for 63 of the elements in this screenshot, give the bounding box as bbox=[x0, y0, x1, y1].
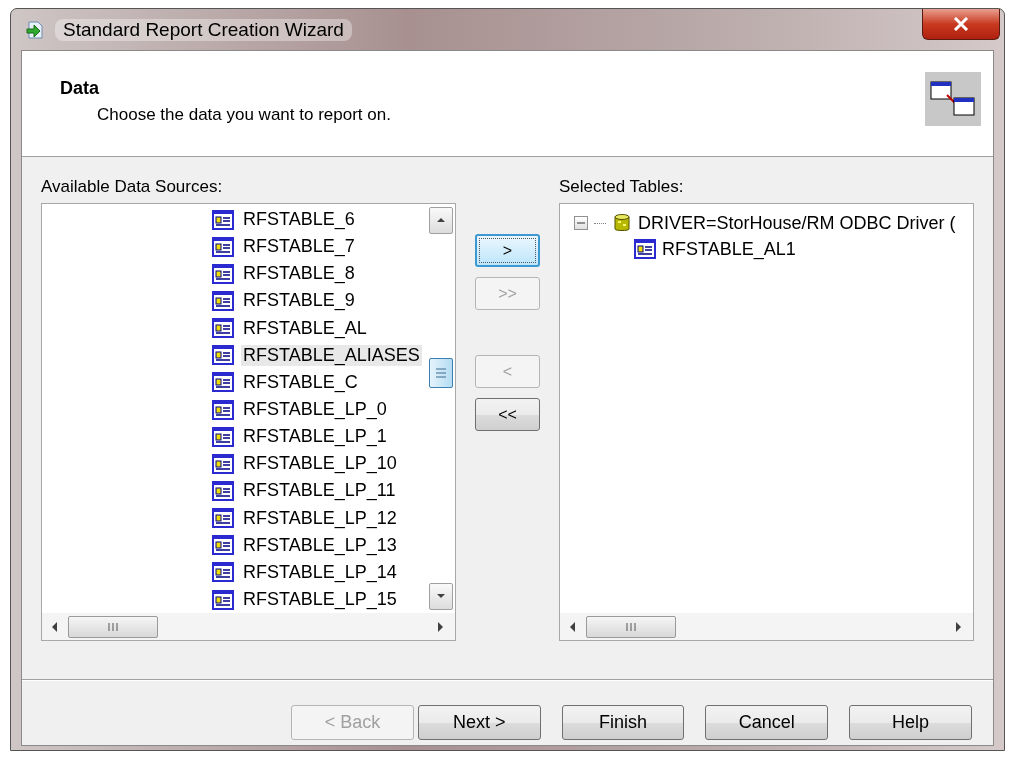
grip-icon bbox=[625, 621, 637, 632]
list-item[interactable]: RFSTABLE_C bbox=[241, 371, 360, 393]
scroll-down-button[interactable] bbox=[429, 583, 453, 610]
table-icon bbox=[212, 508, 234, 529]
vertical-scrollbar[interactable] bbox=[429, 204, 455, 613]
horizontal-scrollbar[interactable] bbox=[560, 613, 973, 640]
list-item[interactable]: RFSTABLE_LP_13 bbox=[241, 534, 399, 556]
table-icon bbox=[212, 535, 234, 556]
linked-tables-icon bbox=[930, 81, 976, 117]
move-button[interactable]: << bbox=[475, 398, 540, 431]
table-icon bbox=[212, 480, 234, 501]
table-icon bbox=[212, 263, 234, 284]
window-title: Standard Report Creation Wizard bbox=[55, 18, 352, 41]
table-icon bbox=[212, 318, 234, 339]
list-item[interactable]: RFSTABLE_6 bbox=[241, 209, 357, 231]
tree-item[interactable]: DRIVER=StorHouse/RM ODBC Driver ( bbox=[638, 212, 956, 234]
dialog-button[interactable]: Help bbox=[849, 705, 972, 740]
list-item[interactable]: RFSTABLE_LP_14 bbox=[241, 561, 399, 583]
table-icon bbox=[212, 236, 234, 257]
list-item[interactable]: RFSTABLE_ALIASES bbox=[241, 344, 422, 366]
dialog-button[interactable]: Cancel bbox=[705, 705, 829, 740]
table-icon bbox=[212, 562, 234, 583]
dialog-button[interactable]: Next > bbox=[417, 705, 541, 740]
list-item[interactable]: RFSTABLE_AL bbox=[241, 317, 369, 339]
table-icon bbox=[634, 239, 656, 259]
list-item[interactable]: RFSTABLE_9 bbox=[241, 290, 357, 312]
horizontal-scrollbar[interactable] bbox=[42, 613, 455, 640]
list-item[interactable]: RFSTABLE_LP_10 bbox=[241, 453, 399, 475]
table-icon bbox=[212, 372, 234, 393]
selected-tables-tree[interactable]: DRIVER=StorHouse/RM ODBC Driver ( RFSTABLE_AL1 bbox=[559, 203, 974, 641]
list-item[interactable]: RFSTABLE_LP_15 bbox=[241, 589, 399, 611]
list-item[interactable]: RFSTABLE_LP_12 bbox=[241, 507, 399, 529]
available-sources-list[interactable] bbox=[41, 203, 456, 641]
page-subtitle: Choose the data you want to report on. bbox=[97, 105, 391, 125]
database-icon bbox=[612, 213, 632, 233]
list-item[interactable]: RFSTABLE_LP_1 bbox=[241, 426, 389, 448]
close-button[interactable] bbox=[922, 9, 1000, 40]
list-item[interactable]: RFSTABLE_LP_0 bbox=[241, 399, 389, 421]
table-icon bbox=[212, 399, 234, 420]
table-icon bbox=[212, 209, 234, 230]
table-icon bbox=[212, 589, 234, 610]
grip-icon bbox=[107, 621, 119, 632]
table-icon bbox=[212, 426, 234, 447]
scroll-thumb[interactable] bbox=[586, 615, 676, 638]
tree-item[interactable]: RFSTABLE_AL1 bbox=[662, 238, 796, 260]
collapse-icon[interactable] bbox=[574, 216, 588, 230]
close-icon bbox=[953, 17, 969, 31]
dialog-button[interactable]: Finish bbox=[561, 705, 685, 740]
table-icon bbox=[212, 345, 234, 366]
scroll-up-button[interactable] bbox=[429, 207, 453, 234]
selected-tables-label: Selected Tables: bbox=[559, 177, 685, 197]
table-icon bbox=[212, 453, 234, 474]
list-item[interactable]: RFSTABLE_LP_11 bbox=[241, 480, 398, 502]
scroll-thumb[interactable] bbox=[429, 358, 453, 389]
table-icon bbox=[212, 291, 234, 311]
page-title: Data bbox=[60, 78, 100, 99]
scroll-thumb[interactable] bbox=[68, 615, 158, 638]
list-item[interactable]: RFSTABLE_8 bbox=[241, 263, 357, 285]
list-item[interactable]: RFSTABLE_7 bbox=[241, 236, 357, 258]
grip-icon bbox=[435, 367, 447, 380]
available-sources-label: Available Data Sources: bbox=[41, 177, 224, 197]
move-button[interactable]: > bbox=[475, 234, 540, 267]
wizard-icon bbox=[25, 19, 45, 40]
